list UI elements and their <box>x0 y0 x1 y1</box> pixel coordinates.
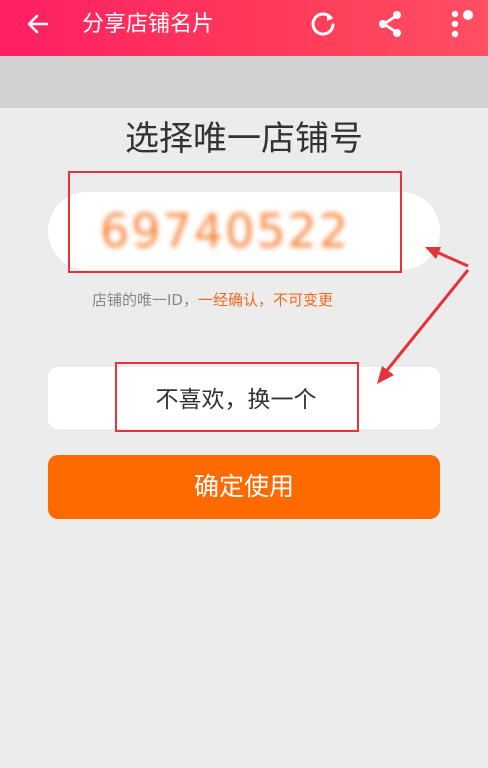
hint-warning: 一经确认，不可变更 <box>197 291 333 309</box>
arrow-left-icon <box>25 11 51 41</box>
annotation-arrow-line <box>431 248 469 268</box>
refresh-button[interactable] <box>305 8 341 44</box>
share-icon <box>375 9 405 43</box>
more-vertical-icon <box>444 7 478 45</box>
hint-prefix: 店铺的唯一ID， <box>92 291 198 309</box>
back-button[interactable] <box>22 10 54 42</box>
section-title: 选择唯一店铺号 <box>125 119 363 159</box>
hint-text: 店铺的唯一ID，一经确认，不可变更 <box>92 288 333 312</box>
share-button[interactable] <box>372 8 408 44</box>
confirm-button[interactable]: 确定使用 <box>48 455 440 519</box>
annotation-box-change <box>115 362 359 432</box>
banner-strip <box>0 56 488 108</box>
refresh-icon <box>308 9 338 43</box>
more-button[interactable] <box>443 8 479 44</box>
annotation-arrow-line <box>382 269 470 375</box>
page-title: 分享店铺名片 <box>82 12 215 37</box>
top-app-bar: 分享店铺名片 <box>0 0 488 56</box>
annotation-box-shop-number <box>68 171 402 273</box>
